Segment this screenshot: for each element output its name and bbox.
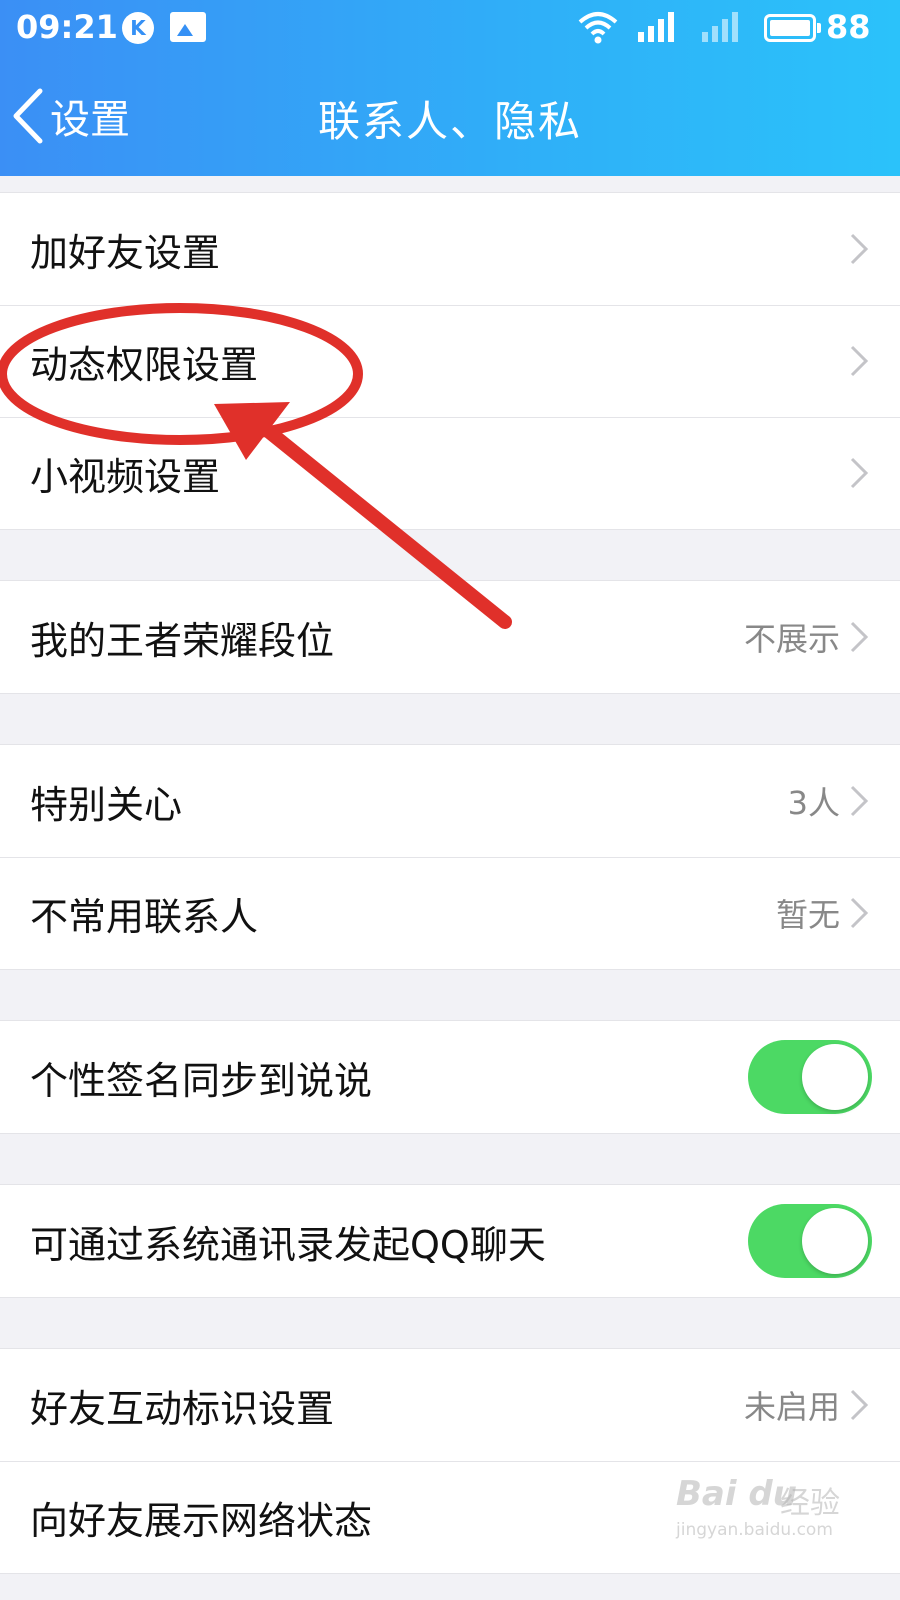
chevron-right-icon (850, 233, 869, 265)
watermark-brand: Bai du (676, 1474, 797, 1514)
honor-of-kings-rank-row[interactable]: 我的王者荣耀段位 不展示 (0, 581, 900, 693)
watermark-url: jingyan.baidu.com (676, 1520, 833, 1540)
toggle-knob (802, 1208, 868, 1274)
chevron-right-icon (850, 785, 869, 817)
row-label: 不常用联系人 (30, 894, 259, 939)
moments-permission-row[interactable]: 动态权限设置 (0, 305, 900, 417)
status-time: 09:21 (16, 8, 118, 46)
infrequent-contacts-row[interactable]: 不常用联系人 暂无 (0, 857, 900, 969)
settings-group-friends: 加好友设置 动态权限设置 小视频设置 (0, 192, 900, 530)
special-care-row[interactable]: 特别关心 3人 (0, 745, 900, 857)
row-label: 特别关心 (30, 782, 183, 827)
row-value: 3人 (787, 784, 840, 822)
secondary-signal-icon (702, 12, 738, 42)
row-label: 个性签名同步到说说 (30, 1058, 373, 1103)
row-label: 小视频设置 (30, 454, 221, 499)
addressbook-chat-toggle[interactable] (748, 1204, 872, 1278)
row-label: 可通过系统通讯录发起QQ聊天 (30, 1222, 546, 1267)
row-value: 暂无 (775, 896, 840, 934)
row-label: 动态权限设置 (30, 342, 259, 387)
row-value: 不展示 (743, 620, 840, 658)
chevron-right-icon (850, 621, 869, 653)
watermark-cn: 经验 (780, 1486, 840, 1521)
row-label: 好友互动标识设置 (30, 1386, 335, 1431)
settings-group-signature: 个性签名同步到说说 (0, 1020, 900, 1134)
header: 09:21 K 88 设置 联系人、隐私 (0, 0, 900, 176)
signature-sync-toggle[interactable] (748, 1040, 872, 1114)
cellular-signal-icon (638, 12, 674, 42)
short-video-settings-row[interactable]: 小视频设置 (0, 417, 900, 529)
battery-icon (764, 14, 821, 42)
signature-sync-row: 个性签名同步到说说 (0, 1021, 900, 1133)
row-label: 我的王者荣耀段位 (30, 618, 335, 663)
chevron-right-icon (850, 897, 869, 929)
addressbook-chat-row: 可通过系统通讯录发起QQ聊天 (0, 1185, 900, 1297)
settings-group-contacts: 特别关心 3人 不常用联系人 暂无 (0, 744, 900, 970)
wifi-icon (578, 12, 618, 44)
status-bar: 09:21 K 88 (0, 0, 900, 56)
chevron-right-icon (850, 345, 869, 377)
friend-interaction-badge-row[interactable]: 好友互动标识设置 未启用 (0, 1349, 900, 1461)
battery-level: 88 (826, 8, 871, 46)
toggle-knob (802, 1044, 868, 1110)
baidu-jingyan-watermark: Bai du 经验 jingyan.baidu.com (676, 1464, 866, 1554)
chevron-right-icon (850, 1389, 869, 1421)
image-notification-icon (170, 12, 206, 42)
settings-list: 加好友设置 动态权限设置 小视频设置 我的王者荣耀段位 不展示 特别关心 3人 … (0, 192, 900, 1574)
page-title: 联系人、隐私 (317, 97, 582, 146)
row-value: 未启用 (743, 1388, 840, 1426)
add-friend-settings-row[interactable]: 加好友设置 (0, 193, 900, 305)
k-app-icon: K (122, 12, 154, 44)
settings-group-game: 我的王者荣耀段位 不展示 (0, 580, 900, 694)
settings-group-addressbook: 可通过系统通讯录发起QQ聊天 (0, 1184, 900, 1298)
row-label: 加好友设置 (30, 230, 221, 275)
chevron-right-icon (850, 457, 869, 489)
